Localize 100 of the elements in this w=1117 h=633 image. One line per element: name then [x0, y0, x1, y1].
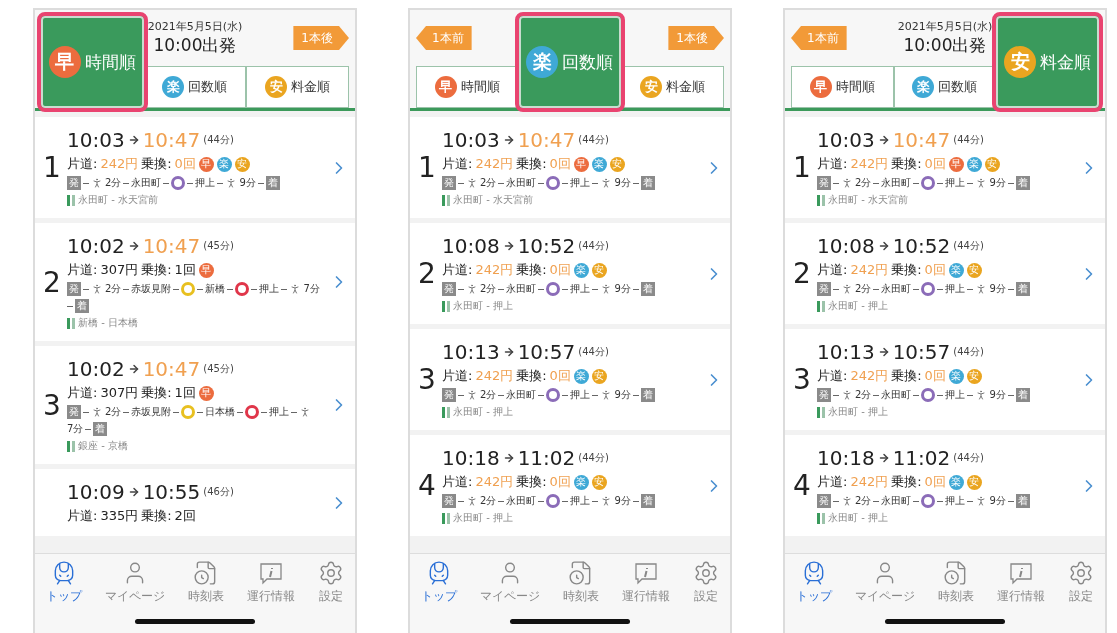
- transfer-label: 乗換:: [141, 155, 172, 173]
- sort-tab[interactable]: 安 料金順: [246, 66, 349, 108]
- departure-time: 10:18: [442, 446, 500, 470]
- transfer-count: 0回: [924, 261, 946, 279]
- route-number: 3: [417, 363, 437, 396]
- station-name: 押上: [570, 494, 591, 508]
- departure-marker: 発: [817, 176, 831, 190]
- arrival-marker: 着: [1015, 176, 1030, 190]
- tab-bar-item[interactable]: マイページ: [851, 560, 920, 605]
- tab-label: 時刻表: [938, 588, 974, 605]
- tab-label: 運行情報: [246, 588, 295, 605]
- route-badge: 安: [966, 262, 982, 278]
- walk-time: 2分: [855, 176, 872, 190]
- tab-label: 設定: [693, 588, 718, 605]
- fare-label: 片道:: [442, 473, 473, 491]
- arrow-icon: [877, 240, 890, 252]
- sort-tab[interactable]: 早 時間順: [791, 66, 894, 108]
- tab-label: 時刻表: [188, 588, 224, 605]
- sort-tab[interactable]: 安 料金順: [992, 12, 1103, 112]
- tab-bar-item[interactable]: 運行情報: [992, 560, 1049, 605]
- tab-bar-item[interactable]: 設定: [1063, 560, 1098, 605]
- duration: (44分): [953, 239, 984, 253]
- tab-label: 運行情報: [996, 588, 1045, 605]
- walk-time: 9分: [614, 282, 631, 296]
- arrival-marker: 着: [1015, 282, 1030, 296]
- tab-label: マイページ: [480, 588, 541, 605]
- departure-time: 10:13: [817, 340, 875, 364]
- station-name: 押上: [269, 405, 290, 419]
- walk-time: 7分: [67, 422, 84, 436]
- tab-bar-item[interactable]: 時刻表: [184, 560, 228, 605]
- departure-time: 10:02: [67, 357, 125, 381]
- walk-time: 2分: [105, 405, 122, 419]
- departure-marker: 発: [442, 388, 456, 402]
- departure-marker: 発: [817, 282, 831, 296]
- departure-marker: 発: [817, 388, 831, 402]
- sort-badge: 楽: [526, 46, 559, 78]
- sort-label: 回数順: [938, 78, 978, 96]
- route-badge: 安: [609, 156, 625, 172]
- tab-bar-item[interactable]: トップ: [792, 560, 837, 605]
- arrival-time: 10:47: [142, 128, 201, 152]
- walk-time: 9分: [989, 282, 1006, 296]
- station-name: 押上: [945, 282, 966, 296]
- station-name: 赤坂見附: [131, 405, 172, 419]
- tab-bar-item[interactable]: 運行情報: [617, 560, 674, 605]
- settings-icon: [1067, 560, 1094, 586]
- departure-time: 10:09: [67, 480, 125, 504]
- fare: 242円: [850, 261, 889, 279]
- train-car-icon: [442, 300, 450, 312]
- tab-bar-item[interactable]: 時刻表: [934, 560, 978, 605]
- arrival-time: 10:55: [142, 480, 201, 504]
- tab-label: マイページ: [105, 588, 166, 605]
- sort-label: 回数順: [188, 78, 228, 96]
- route-badge: 安: [591, 474, 607, 490]
- departure-marker: 発: [442, 176, 456, 190]
- sort-badge: 安: [265, 76, 288, 98]
- arrival-time: 10:47: [517, 128, 576, 152]
- tab-bar-item[interactable]: トップ: [42, 560, 87, 605]
- duration: (44分): [578, 133, 609, 147]
- fare-label: 片道:: [817, 155, 848, 173]
- tab-bar-item[interactable]: マイページ: [476, 560, 545, 605]
- tab-bar-item[interactable]: 時刻表: [559, 560, 603, 605]
- walk-time: 9分: [614, 494, 631, 508]
- train-car-icon: [442, 194, 450, 206]
- departure-time: 10:03: [442, 128, 500, 152]
- route-badge: 早: [948, 156, 964, 172]
- tab-bar-item[interactable]: 運行情報: [242, 560, 299, 605]
- station-name: 永田町: [881, 282, 912, 296]
- departure-date: 2021年5月5日(水): [897, 19, 993, 34]
- route-number: 2: [42, 265, 62, 299]
- walk-time: 9分: [614, 176, 631, 190]
- transfer-label: 乗換:: [141, 507, 172, 525]
- walk-time: 9分: [989, 388, 1006, 402]
- train-route-label: 永田町 - 押上: [828, 299, 888, 313]
- fare-label: 片道:: [67, 384, 98, 402]
- route-number: 2: [417, 257, 437, 290]
- walker-icon: [841, 389, 853, 401]
- route-number: 2: [792, 257, 812, 290]
- tab-bar-item[interactable]: マイページ: [101, 560, 170, 605]
- tab-bar-item[interactable]: 設定: [688, 560, 723, 605]
- fare: 242円: [100, 155, 139, 173]
- train-car-icon: [442, 406, 450, 418]
- walker-icon: [466, 283, 478, 295]
- tab-bar-item[interactable]: トップ: [417, 560, 462, 605]
- route-badge: 楽: [573, 262, 589, 278]
- route-badge: 楽: [573, 474, 589, 490]
- fare-label: 片道:: [442, 155, 473, 173]
- walker-icon: [91, 406, 103, 418]
- transfer-count: 0回: [174, 155, 196, 173]
- station-name: 押上: [570, 282, 591, 296]
- walker-icon: [91, 283, 103, 295]
- sort-tab[interactable]: 楽 回数順: [514, 12, 626, 112]
- settings-icon: [317, 560, 344, 586]
- settings-icon: [692, 560, 719, 586]
- departure-time: 10:03: [67, 128, 125, 152]
- sort-badge: 早: [434, 76, 457, 98]
- departure-marker: 発: [817, 494, 831, 508]
- sort-tab[interactable]: 早 時間順: [37, 12, 148, 112]
- station-name: 押上: [945, 176, 966, 190]
- tab-bar-item[interactable]: 設定: [313, 560, 348, 605]
- train-route-label: 永田町 - 押上: [453, 405, 513, 419]
